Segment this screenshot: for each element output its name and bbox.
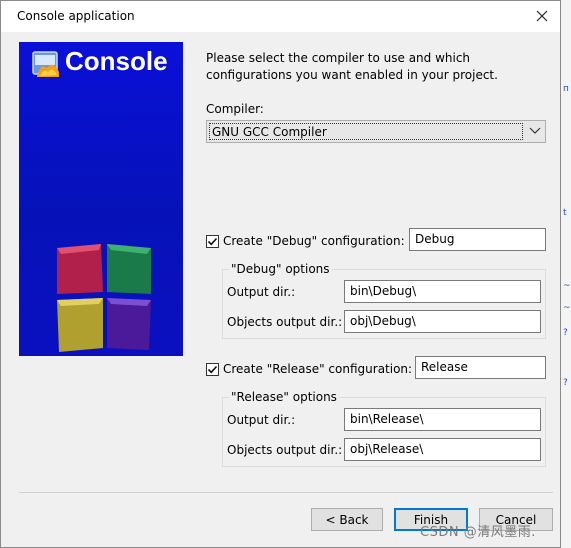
background-link-fragment: ? [563,378,568,388]
intro-text: Please select the compiler to use and wh… [206,51,498,82]
console-application-dialog: Console application Console Please selec… [0,0,561,548]
back-button-label: < Back [325,512,369,527]
debug-config-label: Create "Debug" configuration: [223,234,405,248]
banner-title: Console [65,46,168,76]
debug-options-group: "Debug" options Output dir.: bin\Debug\ … [222,262,546,339]
release-options-group: "Release" options Output dir.: bin\Relea… [222,390,546,467]
background-link-fragment: п [563,84,569,94]
title-bar[interactable]: Console application [1,1,560,32]
debug-name-input[interactable]: Debug [409,228,546,251]
compiler-selected-value: GNU GCC Compiler [209,123,523,140]
checkmark-icon [207,237,218,245]
background-link-fragment: ~ [563,303,571,313]
footer-separator [19,492,553,493]
debug-config-checkbox[interactable] [206,234,219,248]
background-link-fragment: ? [563,328,568,338]
debug-objects-dir-label: Objects output dir.: [227,315,343,329]
background-link-fragment: ~1 [563,281,571,291]
window-title: Console application [17,9,135,23]
csdn-watermark: CSDN @清风墨雨. [420,525,536,540]
codeblocks-logo-icon [32,51,59,77]
release-options-title: "Release" options [229,390,339,404]
close-icon [536,10,548,22]
debug-output-dir-label: Output dir.: [227,285,296,299]
debug-options-title: "Debug" options [229,262,332,276]
release-config-checkbox-row[interactable]: Create "Release" configuration: [206,362,412,376]
release-config-label: Create "Release" configuration: [223,362,413,376]
release-name-input[interactable]: Release [415,356,546,379]
codeblocks-cubes-icon [57,244,151,352]
debug-output-dir-input[interactable]: bin\Debug\ [344,280,541,303]
checkmark-icon [207,365,218,373]
compiler-select[interactable]: GNU GCC Compiler [206,120,546,143]
debug-objects-dir-input[interactable]: obj\Debug\ [344,310,541,333]
wizard-banner: Console [19,42,183,356]
chevron-down-icon [529,127,541,134]
debug-config-checkbox-row[interactable]: Create "Debug" configuration: [206,234,405,248]
back-button[interactable]: < Back [311,508,383,531]
close-button[interactable] [528,2,556,30]
release-config-checkbox[interactable] [206,362,219,376]
compiler-label: Compiler: [206,102,264,116]
release-objects-dir-label: Objects output dir.: [227,443,343,457]
release-objects-dir-input[interactable]: obj\Release\ [344,438,541,461]
release-output-dir-label: Output dir.: [227,413,296,427]
background-link-fragment: t [563,208,567,218]
background-window-strip [561,0,571,548]
release-output-dir-input[interactable]: bin\Release\ [344,408,541,431]
